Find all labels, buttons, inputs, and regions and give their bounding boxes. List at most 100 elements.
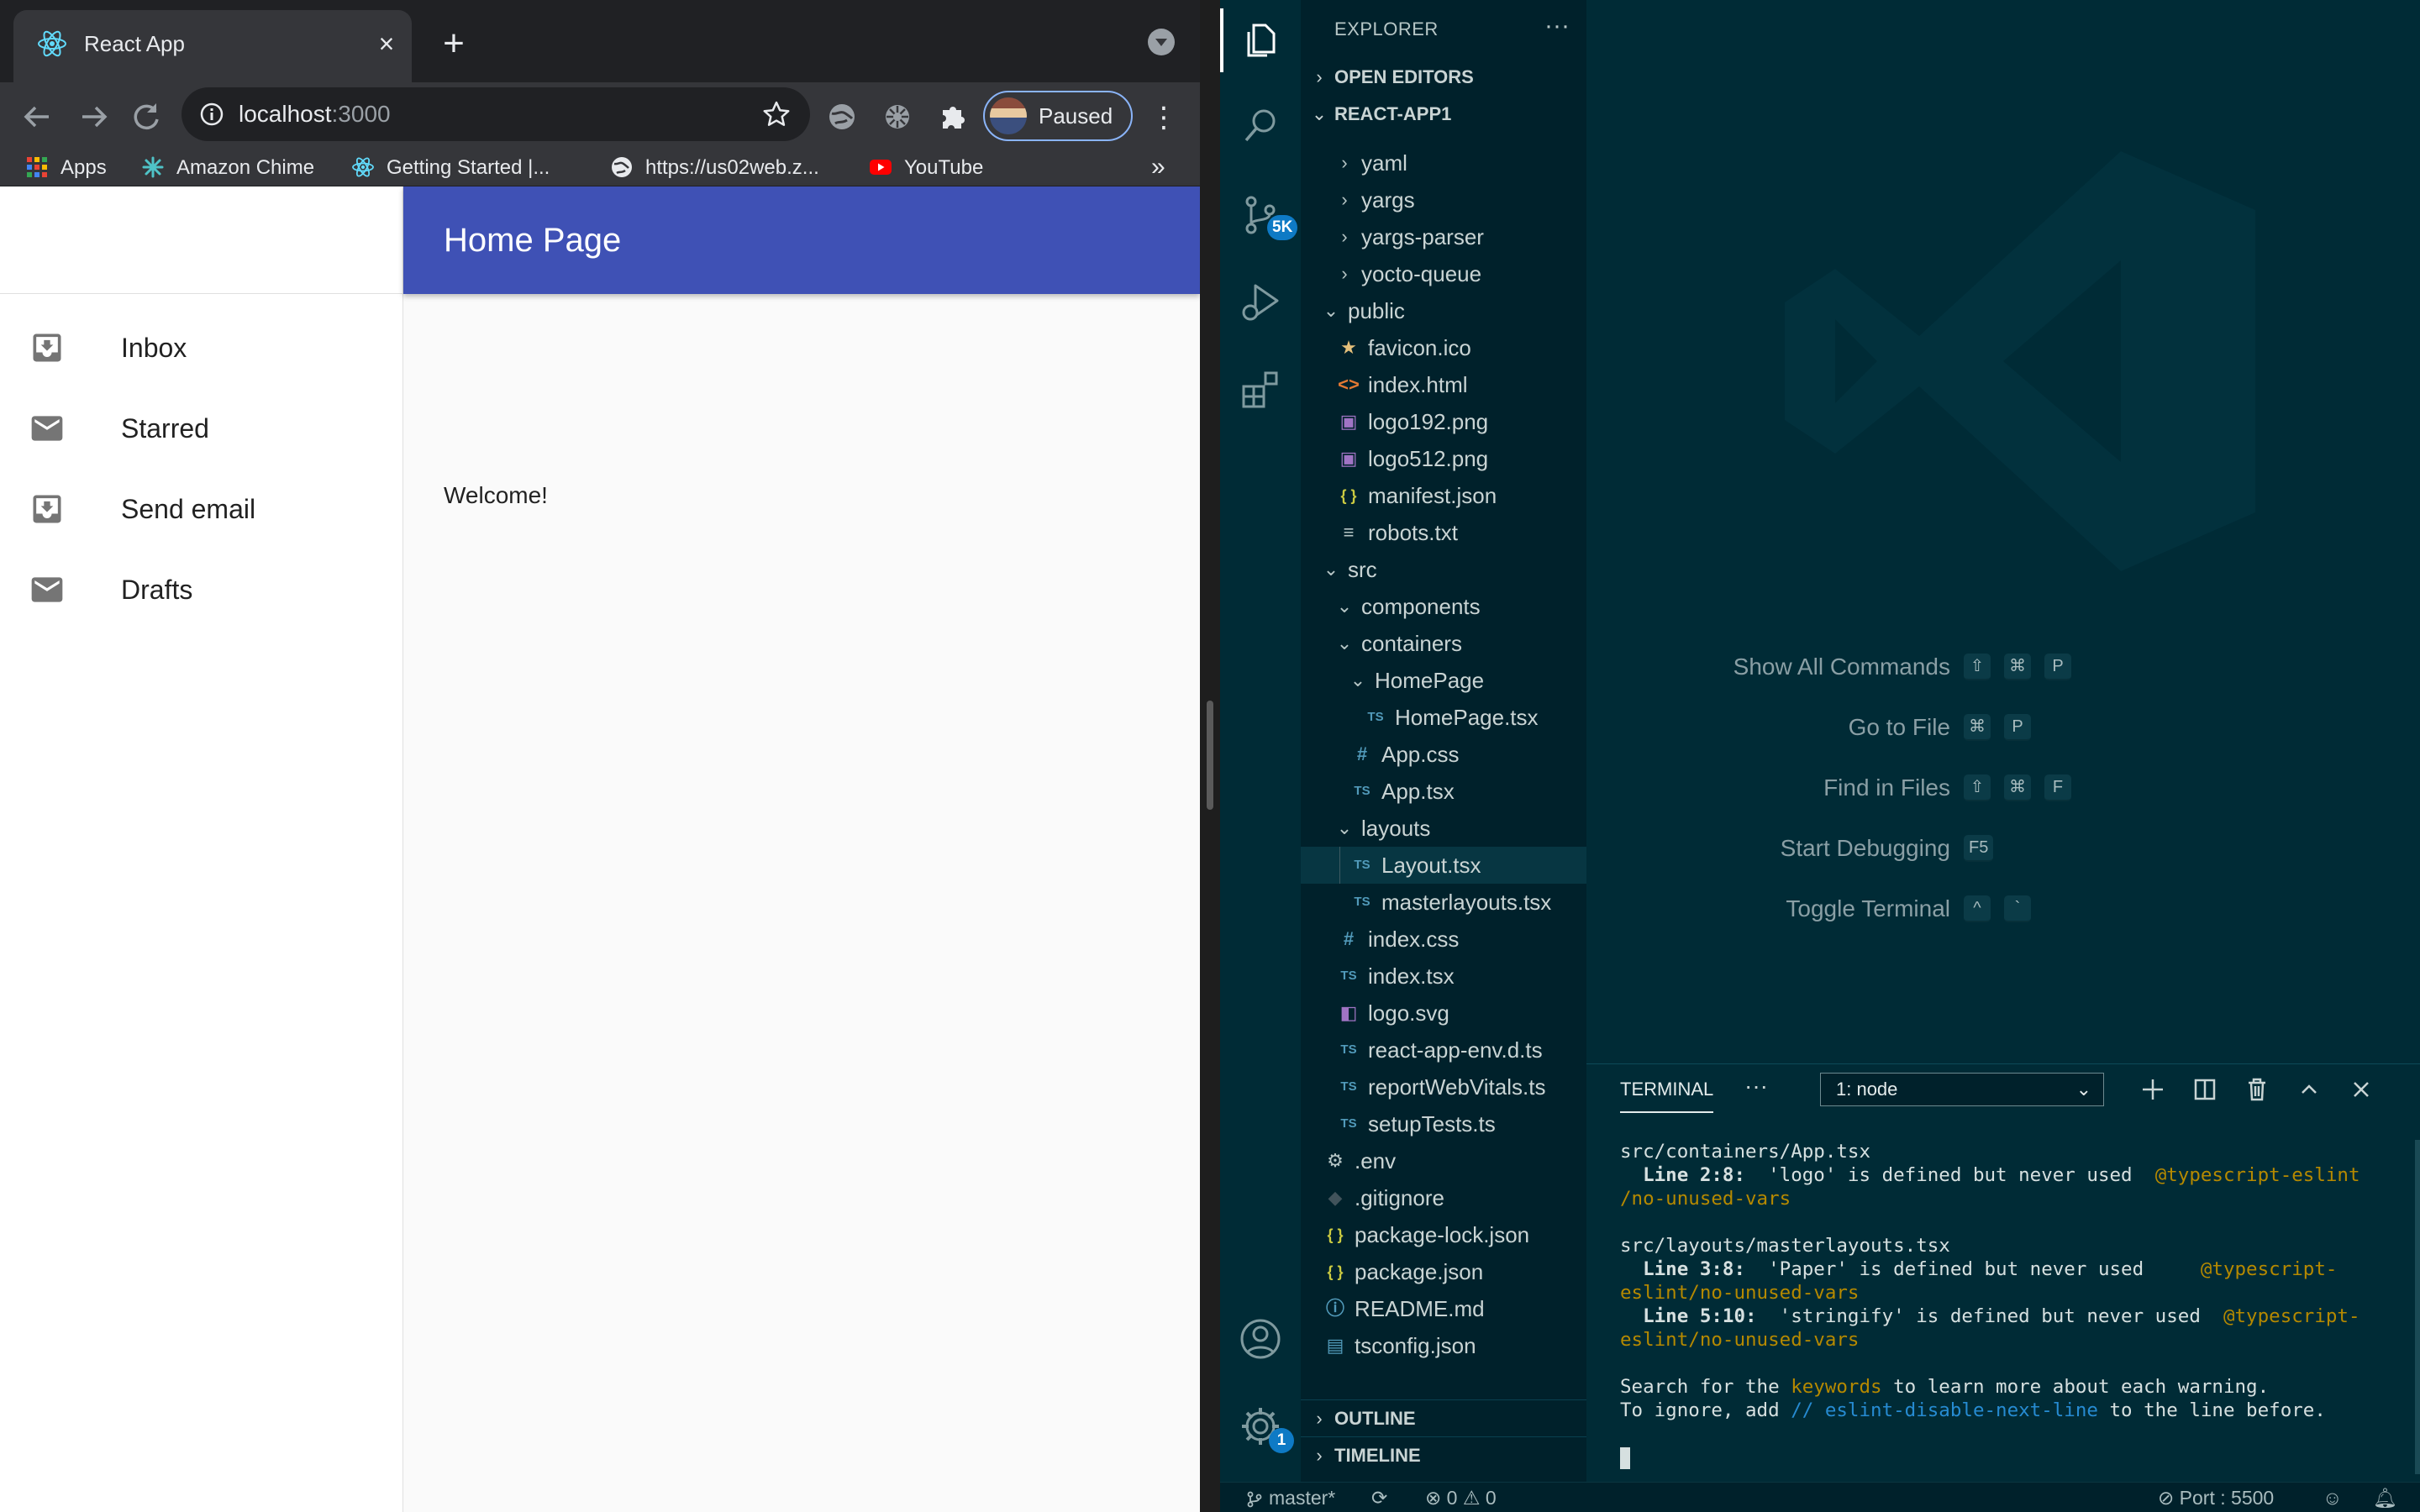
tree-item[interactable]: TS index.tsx [1301,958,1586,995]
tree-item[interactable]: { } package.json [1301,1253,1586,1290]
shortcut-row[interactable]: Show All Commands [1698,650,1950,684]
extension-globe-icon[interactable] [825,100,859,134]
section-open-editors[interactable]: › OPEN EDITORS [1301,59,1586,96]
tab-terminal[interactable]: TERMINAL [1620,1064,1714,1113]
new-terminal-icon[interactable] [2136,1073,2170,1106]
address-bar[interactable]: localhost:3000 [182,87,810,141]
drawer-item-starred[interactable]: Starred [0,388,402,469]
tree-item[interactable]: ⌄ containers [1301,625,1586,662]
window-resize-handle[interactable] [1207,701,1213,810]
drawer-item-inbox[interactable]: Inbox [0,307,402,388]
explorer-icon[interactable] [1237,17,1284,64]
forward-icon[interactable] [74,97,114,137]
explorer-more-icon[interactable]: ··· [1544,0,1570,52]
terminal-scrollbar[interactable] [2415,1140,2420,1474]
tree-item[interactable]: ◧ logo.svg [1301,995,1586,1032]
tree-item[interactable]: TS setupTests.ts [1301,1105,1586,1142]
tree-item[interactable]: TS HomePage.tsx [1301,699,1586,736]
tree-item[interactable]: { } manifest.json [1301,477,1586,514]
bookmarks-overflow-button[interactable]: » [1151,151,1165,183]
browser-menu-icon[interactable]: ⋮ [1150,99,1178,136]
section-project[interactable]: ⌄ REACT-APP1 [1301,96,1586,133]
tree-item[interactable]: ≡ robots.txt [1301,514,1586,551]
tree-item-label: favicon.ico [1368,335,1471,360]
extension-wheel-icon[interactable] [881,100,914,134]
tree-item[interactable]: TS Layout.tsx [1301,847,1586,884]
close-tab-icon[interactable]: × [370,27,403,60]
tree-item[interactable]: ▤ tsconfig.json [1301,1327,1586,1364]
terminal-select-value: 1: node [1836,1079,1898,1100]
file-html-icon: <> [1338,374,1360,395]
tree-item[interactable]: ⌄ layouts [1301,810,1586,847]
bookmark-amazon-chime[interactable]: Amazon Chime [141,151,314,186]
tree-item[interactable]: ⌄ src [1301,551,1586,588]
section-timeline[interactable]: › TIMELINE [1301,1436,1586,1473]
file-tsconfig-icon: ▤ [1326,1335,1344,1356]
tree-item[interactable]: <> index.html [1301,366,1586,403]
shortcut-row[interactable]: Start Debugging [1698,832,1950,865]
tree-item[interactable]: ▣ logo512.png [1301,440,1586,477]
maximize-panel-icon[interactable] [2292,1073,2326,1106]
split-terminal-icon[interactable] [2188,1073,2222,1106]
panel-more-icon[interactable]: ··· [1744,1064,1768,1108]
terminal-output[interactable]: src/containers/App.tsx Line 2:8: 'logo' … [1620,1140,2410,1469]
bookmark-zoom[interactable]: https://us02web.z... [610,151,819,186]
tree-item[interactable]: › yocto-queue [1301,255,1586,292]
back-icon[interactable] [17,97,57,137]
close-panel-icon[interactable] [2344,1073,2378,1106]
tree-item[interactable]: TS reportWebVitals.ts [1301,1068,1586,1105]
accounts-icon[interactable] [1237,1315,1284,1362]
trash-icon[interactable] [2240,1073,2274,1106]
extensions-puzzle-icon[interactable] [936,100,970,134]
tree-item[interactable]: › yaml [1301,144,1586,181]
feedback-icon[interactable]: ☺ [2323,1483,2342,1512]
tree-item[interactable]: › yargs [1301,181,1586,218]
tree-item[interactable]: TS masterlayouts.tsx [1301,884,1586,921]
drawer-header [0,186,403,294]
status-bar: master* ⟳ ⊗ 0 ⚠ 0 ⊘ Port : 5500 ☺ 🔔︎ [1220,1482,2420,1512]
sync-icon[interactable]: ⟳ [1371,1483,1387,1512]
search-icon[interactable] [1237,102,1284,150]
shortcut-row[interactable]: Go to File [1698,711,1950,744]
tree-item[interactable]: TS App.tsx [1301,773,1586,810]
shortcut-row[interactable]: Find in Files [1698,771,1950,805]
profile-button[interactable]: Paused [983,91,1133,141]
bookmark-youtube[interactable]: YouTube [869,151,983,186]
section-outline[interactable]: › OUTLINE [1301,1399,1586,1436]
tree-item[interactable]: # App.css [1301,736,1586,773]
tree-item[interactable]: ▣ logo192.png [1301,403,1586,440]
tree-item[interactable]: TS react-app-env.d.ts [1301,1032,1586,1068]
status-problems[interactable]: ⊗ 0 ⚠ 0 [1425,1483,1497,1512]
shortcut-row[interactable]: Toggle Terminal [1698,892,1950,926]
tree-item[interactable]: ◆ .gitignore [1301,1179,1586,1216]
tree-item-label: robots.txt [1368,520,1458,545]
browser-tab[interactable]: React App × [13,10,412,82]
bookmark-star-icon[interactable] [761,99,792,129]
tab-search-icon[interactable] [1148,29,1175,55]
tree-item[interactable]: { } package-lock.json [1301,1216,1586,1253]
tree-item[interactable]: ⌄ components [1301,588,1586,625]
site-info-icon[interactable] [198,101,225,128]
tree-item[interactable]: # index.css [1301,921,1586,958]
extensions-icon[interactable] [1237,366,1284,413]
terminal-select[interactable]: 1: node ⌄ [1820,1073,2104,1106]
tree-item[interactable]: ⚙ .env [1301,1142,1586,1179]
new-tab-button[interactable]: + [434,25,474,66]
tree-item-label: package-lock.json [1355,1222,1530,1247]
tree-item[interactable]: ⌄ public [1301,292,1586,329]
tree-item[interactable]: › yargs-parser [1301,218,1586,255]
terminal-text: to learn more about each warning. [1881,1376,2270,1398]
drawer-item-drafts[interactable]: Drafts [0,549,402,630]
status-live-server[interactable]: ⊘ Port : 5500 [2158,1483,2274,1512]
shortcut-label: Show All Commands [1733,654,1950,680]
bookmark-getting-started[interactable]: Getting Started |... [351,151,550,186]
tree-item[interactable]: ⌄ HomePage [1301,662,1586,699]
tree-item[interactable]: ★ favicon.ico [1301,329,1586,366]
reload-icon[interactable] [126,97,166,137]
tree-item[interactable]: ⓘ README.md [1301,1290,1586,1327]
drawer-item-send-email[interactable]: Send email [0,469,402,549]
status-branch[interactable]: master* [1245,1483,1335,1512]
notifications-bell-icon[interactable]: 🔔︎ [2373,1483,2397,1512]
bookmark-apps[interactable]: Apps [25,151,107,186]
run-debug-icon[interactable] [1237,279,1284,326]
